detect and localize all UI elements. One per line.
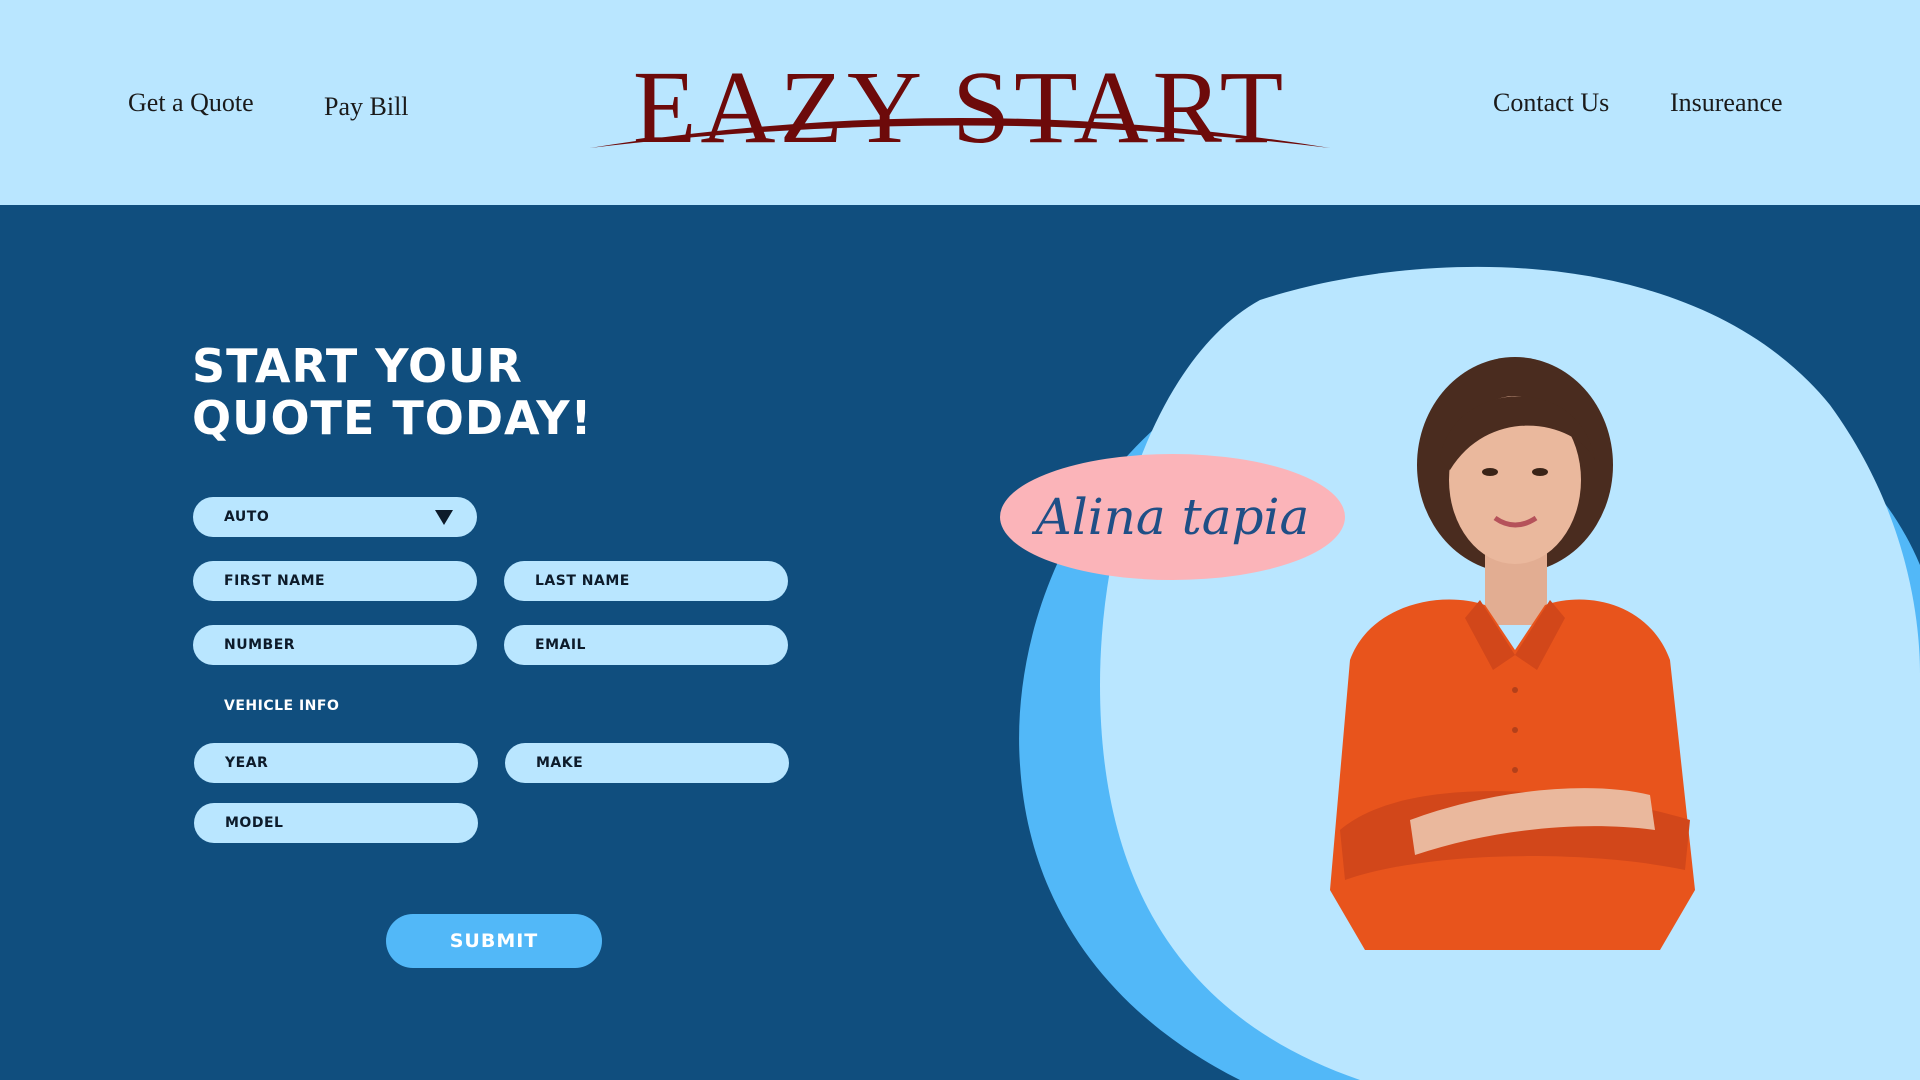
insurance-type-value: AUTO bbox=[224, 509, 270, 525]
form-title-line1: START YOUR bbox=[192, 339, 523, 393]
make-placeholder: MAKE bbox=[536, 755, 584, 771]
number-placeholder: NUMBER bbox=[224, 637, 296, 653]
triangle-down-icon bbox=[435, 510, 453, 525]
year-placeholder: YEAR bbox=[225, 755, 269, 771]
submit-button[interactable]: SUBMIT bbox=[386, 914, 602, 968]
first-name-field[interactable]: FIRST NAME bbox=[193, 561, 477, 601]
vehicle-info-label: VEHICLE INFO bbox=[224, 698, 340, 714]
nav-contact-us[interactable]: Contact Us bbox=[1493, 88, 1609, 118]
make-field[interactable]: MAKE bbox=[505, 743, 789, 783]
email-placeholder: EMAIL bbox=[535, 637, 586, 653]
logo-swoosh-icon bbox=[590, 118, 1330, 148]
nav-pay-bill[interactable]: Pay Bill bbox=[324, 92, 409, 122]
nav-get-a-quote[interactable]: Get a Quote bbox=[128, 88, 254, 118]
model-placeholder: MODEL bbox=[225, 815, 284, 831]
last-name-field[interactable]: LAST NAME bbox=[504, 561, 788, 601]
last-name-placeholder: LAST NAME bbox=[535, 573, 630, 589]
first-name-placeholder: FIRST NAME bbox=[224, 573, 326, 589]
agent-name-tag: Alina tapia bbox=[1000, 454, 1345, 580]
agent-portrait bbox=[1330, 357, 1695, 950]
logo[interactable]: EAZY START bbox=[590, 56, 1330, 160]
model-field[interactable]: MODEL bbox=[194, 803, 478, 843]
form-title: START YOUR QUOTE TODAY! bbox=[192, 340, 593, 444]
site-header: Get a Quote Pay Bill EAZY START Contact … bbox=[0, 0, 1920, 205]
insurance-type-select[interactable]: AUTO bbox=[193, 497, 477, 537]
email-field[interactable]: EMAIL bbox=[504, 625, 788, 665]
nav-insurance[interactable]: Insureance bbox=[1670, 88, 1783, 118]
number-field[interactable]: NUMBER bbox=[193, 625, 477, 665]
year-field[interactable]: YEAR bbox=[194, 743, 478, 783]
form-title-line2: QUOTE TODAY! bbox=[192, 391, 593, 445]
